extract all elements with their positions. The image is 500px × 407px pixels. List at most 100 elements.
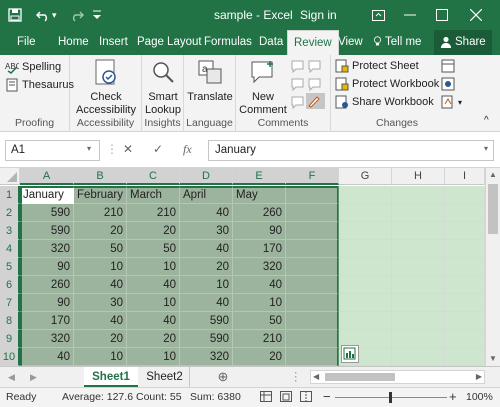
row-header[interactable]: 5 — [0, 258, 20, 276]
protect-workbook-button[interactable]: Protect Workbook — [335, 76, 439, 92]
grid-cell[interactable] — [286, 294, 339, 312]
grid-cell[interactable] — [392, 276, 445, 294]
scroll-up-icon[interactable]: ▲ — [486, 168, 500, 182]
grid-cell[interactable] — [286, 222, 339, 240]
scroll-down-icon[interactable]: ▼ — [486, 352, 500, 366]
grid-cell[interactable]: 320 — [233, 258, 286, 276]
protect-share-icon[interactable] — [441, 76, 458, 92]
col-header-e[interactable]: E — [233, 168, 286, 185]
grid-cell[interactable]: 320 — [20, 240, 74, 258]
grid-cell[interactable] — [286, 348, 339, 366]
grid-cell[interactable]: 10 — [127, 348, 180, 366]
col-header-f[interactable]: F — [286, 168, 339, 185]
previous-comment-icon[interactable] — [291, 76, 308, 92]
grid-cell[interactable] — [445, 240, 485, 258]
grid-cell[interactable]: 50 — [127, 240, 180, 258]
tab-home[interactable]: Home — [58, 30, 89, 55]
protect-sheet-button[interactable]: Protect Sheet — [335, 58, 419, 74]
grid-cell[interactable]: 10 — [74, 258, 127, 276]
grid-cell[interactable]: May — [233, 186, 286, 204]
grid-cell[interactable]: 590 — [180, 312, 233, 330]
grid-cell[interactable]: 590 — [180, 330, 233, 348]
grid-cell[interactable]: 30 — [74, 294, 127, 312]
tab-insert[interactable]: Insert — [99, 30, 128, 55]
grid-cell[interactable]: 40 — [180, 294, 233, 312]
col-header-g[interactable]: G — [339, 168, 392, 185]
tab-formulas[interactable]: Formulas — [204, 30, 252, 55]
tab-data[interactable]: Data — [259, 30, 283, 55]
horizontal-scrollbar[interactable]: ◀ ▶ — [310, 370, 485, 384]
page-break-view-icon[interactable] — [300, 391, 312, 405]
grid-cell[interactable]: 170 — [20, 312, 74, 330]
maximize-icon[interactable] — [436, 0, 448, 30]
grid-cell[interactable] — [286, 330, 339, 348]
grid-cell[interactable] — [392, 312, 445, 330]
grid-cell[interactable] — [445, 258, 485, 276]
grid-cell[interactable]: 40 — [127, 276, 180, 294]
normal-view-icon[interactable] — [260, 391, 272, 405]
grid-cell[interactable]: January — [20, 186, 74, 204]
undo-dropdown-icon[interactable]: ▾ — [52, 0, 57, 30]
next-sheet-icon[interactable]: ▶ — [30, 367, 37, 387]
grid-cell[interactable]: 40 — [233, 276, 286, 294]
grid-cell[interactable]: 90 — [20, 258, 74, 276]
close-icon[interactable] — [469, 0, 483, 30]
expand-formula-bar-icon[interactable]: ▾ — [484, 144, 488, 153]
grid-cell[interactable]: 210 — [233, 330, 286, 348]
sheet-tab-sheet1[interactable]: Sheet1 — [84, 367, 138, 387]
sheet-tab-sheet2[interactable]: Sheet2 — [140, 367, 190, 387]
page-layout-view-icon[interactable] — [280, 391, 292, 405]
grid-cell[interactable]: 320 — [20, 330, 74, 348]
thesaurus-button[interactable]: Thesaurus — [5, 77, 74, 93]
grid-cell[interactable] — [445, 348, 485, 366]
grid-cell[interactable] — [392, 330, 445, 348]
vertical-scroll-thumb[interactable] — [488, 184, 498, 234]
show-ink-icon[interactable] — [306, 93, 325, 109]
grid-cell[interactable] — [392, 204, 445, 222]
row-header[interactable]: 8 — [0, 312, 20, 330]
grid-cell[interactable] — [339, 276, 392, 294]
quick-analysis-button[interactable] — [341, 345, 359, 363]
grid-cell[interactable]: February — [74, 186, 127, 204]
tab-page-layout[interactable]: Page Layout — [137, 30, 202, 55]
grid-cell[interactable]: 40 — [74, 276, 127, 294]
new-comment-button[interactable]: New Comment — [238, 59, 288, 117]
col-header-h[interactable]: H — [392, 168, 445, 185]
grid-cell[interactable] — [392, 258, 445, 276]
grid-cell[interactable]: 40 — [20, 348, 74, 366]
grid-cell[interactable] — [339, 258, 392, 276]
grid-cell[interactable]: April — [180, 186, 233, 204]
cancel-icon[interactable]: ✕ — [123, 142, 133, 156]
grid-cell[interactable] — [339, 204, 392, 222]
grid-cell[interactable]: 10 — [127, 294, 180, 312]
row-header[interactable]: 2 — [0, 204, 20, 222]
grid-cell[interactable]: 260 — [20, 276, 74, 294]
grid-cell[interactable]: 90 — [20, 294, 74, 312]
grid-cell[interactable]: 20 — [180, 258, 233, 276]
new-sheet-icon[interactable]: ⊕ — [214, 367, 232, 387]
prev-sheet-icon[interactable]: ◀ — [8, 367, 15, 387]
ribbon-display-options-icon[interactable] — [372, 0, 385, 30]
grid-cell[interactable]: 320 — [180, 348, 233, 366]
row-header[interactable]: 4 — [0, 240, 20, 258]
grid-cell[interactable] — [339, 240, 392, 258]
grid-cell[interactable] — [286, 204, 339, 222]
tab-view[interactable]: View — [338, 30, 363, 55]
grid-cell[interactable] — [445, 186, 485, 204]
name-box-dropdown-icon[interactable]: ▾ — [87, 144, 91, 153]
col-header-a[interactable]: A — [20, 168, 74, 185]
grid-cell[interactable] — [392, 222, 445, 240]
grid-cell[interactable]: 40 — [127, 312, 180, 330]
tell-me-search[interactable]: Tell me — [372, 30, 421, 55]
share-workbook-button[interactable]: Share Workbook — [335, 94, 434, 110]
vertical-scrollbar[interactable]: ▲ ▼ — [485, 168, 500, 366]
grid-cell[interactable]: 20 — [233, 348, 286, 366]
col-header-i[interactable]: I — [445, 168, 485, 185]
grid-cell[interactable] — [339, 294, 392, 312]
grid-cell[interactable]: 210 — [127, 204, 180, 222]
grid-cell[interactable]: 40 — [180, 240, 233, 258]
grid-cell[interactable] — [445, 330, 485, 348]
grid-cell[interactable]: 210 — [74, 204, 127, 222]
row-header[interactable]: 7 — [0, 294, 20, 312]
grid-cell[interactable] — [392, 240, 445, 258]
